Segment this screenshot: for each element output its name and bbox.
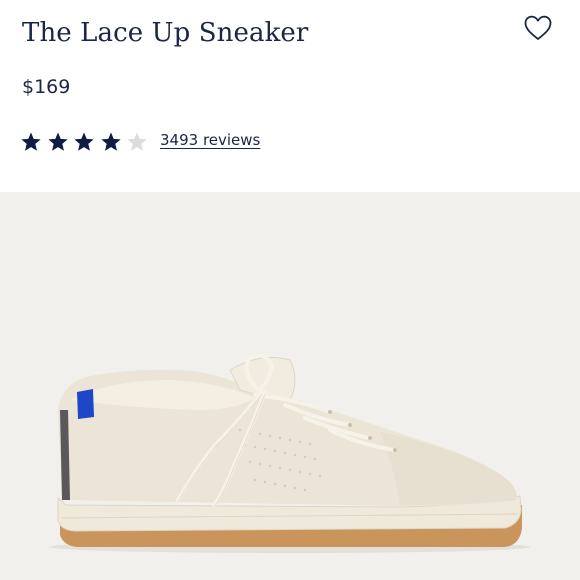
star-empty-icon <box>127 132 147 151</box>
star-filled-icon <box>74 132 94 151</box>
star-filled-icon <box>21 132 41 151</box>
star-filled-icon <box>47 132 68 151</box>
heel-tab <box>77 389 94 419</box>
toe-cap <box>380 432 517 505</box>
product-page: The Lace Up Sneaker $169 3493 reviews <box>0 0 580 580</box>
product-header: The Lace Up Sneaker $169 3493 reviews <box>0 0 580 192</box>
heart-icon[interactable] <box>522 12 554 44</box>
product-title: The Lace Up Sneaker <box>22 18 309 48</box>
star-filled-icon <box>101 132 121 151</box>
product-price: $169 <box>22 76 71 98</box>
product-image <box>0 192 580 580</box>
sneaker-image <box>50 353 530 553</box>
reviews-link[interactable]: 3493 reviews <box>160 131 260 149</box>
star-rating[interactable] <box>20 128 153 156</box>
